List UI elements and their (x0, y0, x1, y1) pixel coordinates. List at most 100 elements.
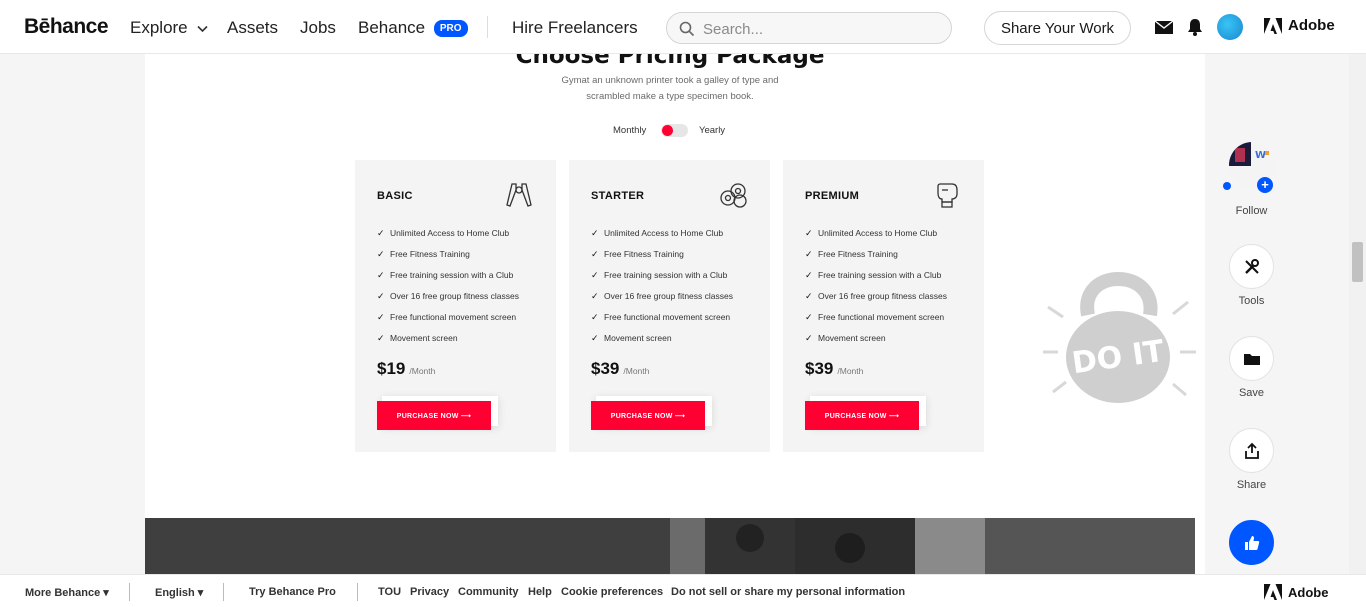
feature-item: ✓ Free Fitness Training (805, 249, 898, 259)
nav-assets[interactable]: Assets (227, 18, 278, 38)
nav-behance-pro[interactable]: Behance PRO (358, 18, 468, 38)
follow-label[interactable]: Follow (1205, 205, 1298, 217)
feature-item: ✓ Free training session with a Club (805, 270, 942, 280)
scrollbar-thumb[interactable] (1352, 242, 1363, 282)
help-link[interactable]: Help (528, 586, 552, 598)
share-label: Share (1236, 479, 1267, 491)
user-avatar[interactable] (1217, 14, 1243, 40)
toggle-knob (662, 125, 673, 136)
top-navigation-bar: Bēhance Explore Assets Jobs Behance PRO … (0, 0, 1366, 54)
footer-divider (357, 583, 358, 601)
gym-photo-strip (145, 518, 1195, 574)
gym-photo-image (145, 518, 1195, 574)
search-icon (679, 21, 695, 37)
plan-name: PREMIUM (805, 190, 860, 202)
yearly-label: Yearly (699, 125, 726, 136)
tools-icon (1244, 258, 1259, 274)
purchase-now-button[interactable]: PURCHASE NOW ⟶ (377, 401, 491, 430)
tools-circle[interactable] (1229, 244, 1274, 289)
share-your-work-button[interactable]: Share Your Work (984, 11, 1131, 45)
behance-logo[interactable]: Bēhance (24, 15, 109, 39)
appreciate-circle[interactable] (1229, 520, 1274, 565)
check-icon: ✓ (805, 228, 813, 238)
check-icon: ✓ (377, 228, 385, 238)
notification-bell-icon[interactable] (1185, 17, 1205, 37)
check-icon: ✓ (377, 270, 385, 280)
try-behance-pro-link[interactable]: Try Behance Pro (249, 586, 336, 598)
feature-item: ✓ Unlimited Access to Home Club (805, 228, 938, 238)
footer-bar: More Behance ▾ English ▾ Try Behance Pro… (0, 574, 1366, 607)
chevron-down-icon (197, 25, 208, 33)
check-icon: ✓ (805, 291, 813, 301)
feature-item: ✓ Movement screen (377, 333, 458, 343)
tou-link[interactable]: TOU (378, 586, 401, 598)
nav-behance-label: Behance (358, 18, 426, 37)
feature-item: ✓ Free functional movement screen (377, 312, 517, 322)
pricing-heading: Choose Pricing Package (515, 54, 825, 69)
adobe-label: Adobe (1288, 17, 1335, 34)
check-icon: ✓ (805, 333, 813, 343)
save-button[interactable]: Save (1205, 336, 1298, 399)
search-input[interactable] (703, 19, 943, 39)
boxing-glove-icon (937, 183, 958, 208)
feature-item: ✓ Movement screen (805, 333, 886, 343)
feature-item: ✓ Free training session with a Club (377, 270, 514, 280)
cookie-preferences-link[interactable]: Cookie preferences (561, 586, 663, 598)
online-dot (1223, 182, 1231, 190)
feature-item: ✓ Free Fitness Training (377, 249, 470, 259)
feature-item: ✓ Free functional movement screen (591, 312, 731, 322)
feature-list: ✓ Unlimited Access to Home Club ✓ Free Fit… (805, 228, 947, 354)
pricing-card-basic: BASIC ✓ Unlimited Access to Home Club ✓ Fr… (355, 160, 556, 452)
feature-item: ✓ Unlimited Access to Home Club (377, 228, 510, 238)
tools-label: Tools (1238, 295, 1265, 307)
feature-item: ✓ Over 16 free group fitness classes (377, 291, 519, 301)
more-behance-menu[interactable]: More Behance ▾ (25, 586, 109, 599)
adobe-logo-icon (1264, 584, 1282, 600)
plan-price: $39/Month (805, 359, 864, 378)
share-circle[interactable] (1229, 428, 1274, 473)
pricing-card-premium: PREMIUM ✓ Unlimited Access to Home Club ✓… (783, 160, 984, 452)
check-icon: ✓ (377, 312, 385, 322)
appreciate-button[interactable] (1205, 520, 1298, 571)
plan-name: STARTER (591, 190, 645, 202)
nav-divider (487, 16, 488, 38)
feature-item: ✓ Free Fitness Training (591, 249, 684, 259)
check-icon: ✓ (805, 249, 813, 259)
folder-icon (1243, 353, 1260, 365)
pricing-subtext: Gymat an unknown printer took a galley o… (561, 75, 779, 102)
thumbs-up-icon (1244, 535, 1259, 550)
feature-item: ✓ Over 16 free group fitness classes (591, 291, 733, 301)
privacy-link[interactable]: Privacy (410, 586, 449, 598)
adobe-footer-link[interactable]: Adobe (1264, 584, 1328, 600)
share-button[interactable]: Share (1205, 428, 1298, 491)
check-icon: ✓ (377, 291, 385, 301)
footer-divider (223, 583, 224, 601)
feature-item: ✓ Free functional movement screen (805, 312, 945, 322)
share-icon (1244, 442, 1259, 459)
right-action-rail: W + Follow Tools Save Share (1205, 54, 1365, 574)
footer-divider (129, 583, 130, 601)
purchase-now-button[interactable]: PURCHASE NOW ⟶ (591, 401, 705, 430)
nav-explore[interactable]: Explore (130, 18, 208, 38)
community-link[interactable]: Community (458, 586, 519, 598)
save-circle[interactable] (1229, 336, 1274, 381)
tools-button[interactable]: Tools (1205, 244, 1298, 307)
follow-plus-icon[interactable]: + (1257, 177, 1273, 193)
adobe-link[interactable]: Adobe (1264, 17, 1335, 34)
pro-badge: PRO (433, 20, 468, 37)
search-box[interactable] (666, 12, 952, 44)
do-not-sell-link[interactable]: Do not sell or share my personal informa… (671, 586, 905, 598)
kettlebell-icon: DO IT (1043, 272, 1196, 403)
billing-toggle[interactable] (661, 124, 688, 137)
feature-item: ✓ Movement screen (591, 333, 672, 343)
check-icon: ✓ (591, 228, 599, 238)
check-icon: ✓ (377, 249, 385, 259)
mail-icon[interactable] (1154, 17, 1174, 37)
nav-hire-freelancers[interactable]: Hire Freelancers (512, 18, 638, 38)
language-menu[interactable]: English ▾ (155, 586, 203, 599)
nav-jobs[interactable]: Jobs (300, 18, 336, 38)
purchase-now-button[interactable]: PURCHASE NOW ⟶ (805, 401, 919, 430)
check-icon: ✓ (591, 333, 599, 343)
page-scrollbar[interactable] (1349, 54, 1366, 574)
plan-price: $39/Month (591, 359, 650, 378)
